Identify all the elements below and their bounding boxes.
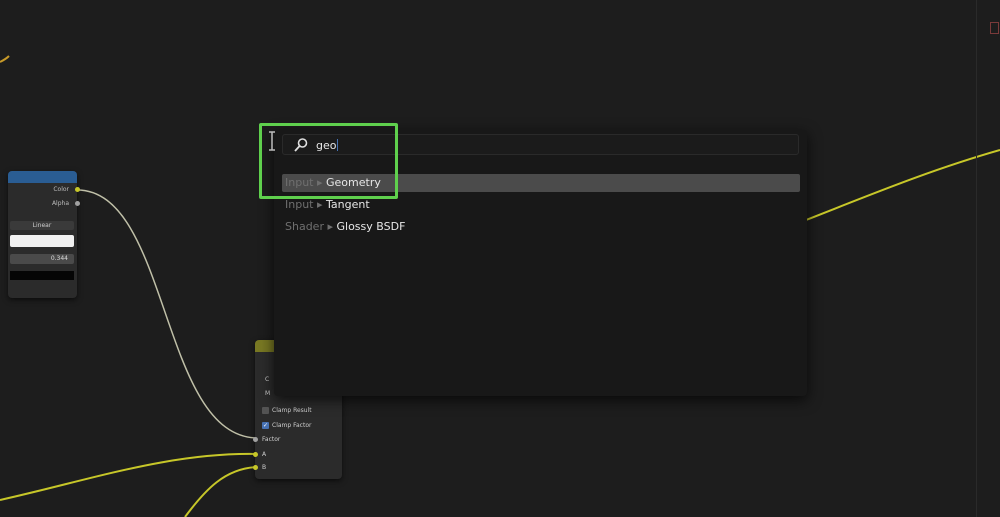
- node-editor-canvas[interactable]: Color Alpha Linear 0.344 C M Clamp Resul…: [0, 0, 1000, 517]
- result-item-glossy-bsdf[interactable]: Shader ▸ Glossy BSDF: [282, 218, 800, 236]
- interpolation-dropdown[interactable]: Linear: [10, 221, 74, 230]
- position-field[interactable]: 0.344: [10, 254, 74, 264]
- a-socket[interactable]: [253, 452, 258, 457]
- color-swatch[interactable]: [10, 235, 74, 247]
- image-texture-node[interactable]: Color Alpha Linear 0.344: [8, 171, 80, 298]
- b-socket[interactable]: [253, 465, 258, 470]
- output-color-socket[interactable]: [75, 187, 80, 192]
- clamp-result-checkbox[interactable]: [262, 407, 269, 414]
- wire-color-to-factor: [76, 189, 259, 439]
- color-bar: [10, 271, 74, 280]
- clamp-result-label: Clamp Result: [272, 407, 312, 414]
- wire-left-top: [0, 55, 10, 63]
- result-separator: ▸: [327, 220, 333, 233]
- wire-right: [805, 149, 1000, 221]
- wire-to-b: [184, 466, 259, 517]
- a-label: A: [262, 451, 267, 458]
- result-separator: ▸: [316, 198, 323, 211]
- result-name: Glossy BSDF: [336, 220, 406, 233]
- wire-to-a: [0, 452, 259, 501]
- interpolation-value: Linear: [32, 222, 52, 229]
- mix-partial-label-1: C: [265, 376, 270, 383]
- result-name: Tangent: [326, 198, 370, 211]
- sidebar-toggle-icon[interactable]: [990, 22, 999, 34]
- highlight-annotation-box: [259, 123, 398, 199]
- result-category: Input: [285, 198, 314, 211]
- clamp-factor-checkbox[interactable]: ✓: [262, 422, 269, 429]
- node-header[interactable]: [8, 171, 77, 183]
- clamp-factor-label: Clamp Factor: [272, 422, 312, 429]
- factor-socket[interactable]: [253, 437, 258, 442]
- region-divider: [976, 0, 977, 517]
- factor-label: Factor: [262, 436, 281, 443]
- result-category: Shader: [285, 220, 324, 233]
- b-label: B: [262, 464, 267, 471]
- output-alpha-label: Alpha: [51, 200, 69, 207]
- mix-partial-label-2: M: [265, 390, 271, 397]
- output-alpha-socket[interactable]: [75, 201, 80, 206]
- output-color-label: Color: [53, 186, 69, 193]
